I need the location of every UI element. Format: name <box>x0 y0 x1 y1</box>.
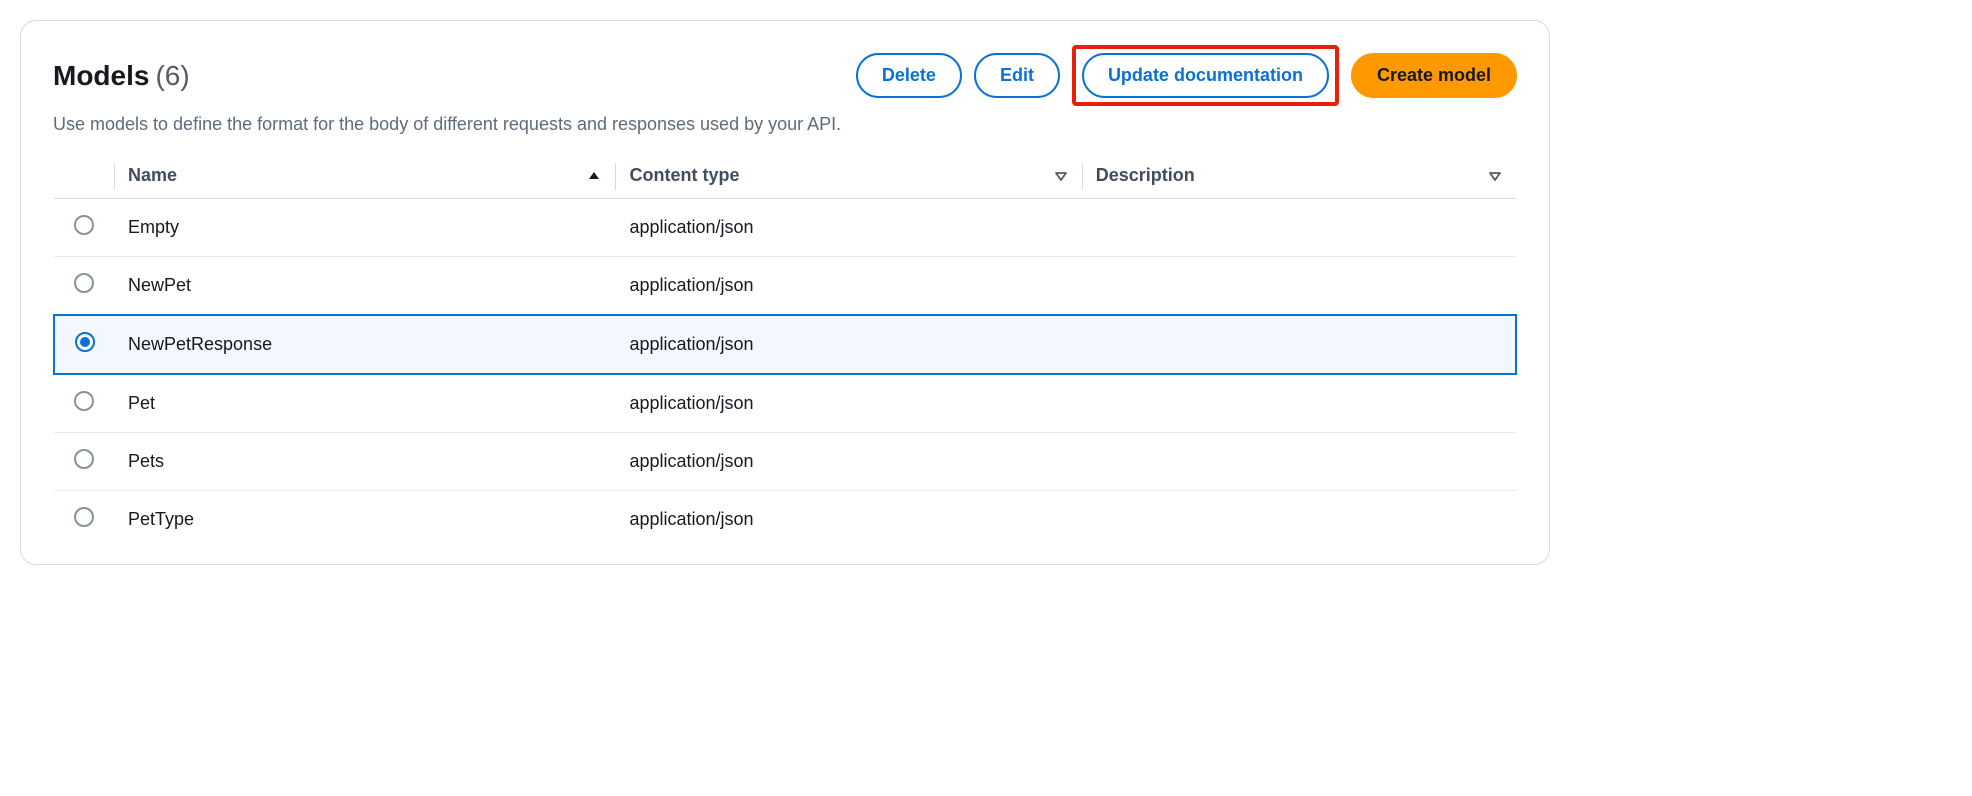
cell-name: Empty <box>114 199 615 257</box>
cell-name: NewPetResponse <box>114 315 615 374</box>
row-radio[interactable] <box>74 273 94 293</box>
column-name-label: Name <box>128 165 177 186</box>
table-row[interactable]: PetType application/json <box>54 491 1516 549</box>
cell-name: NewPet <box>114 257 615 316</box>
row-radio[interactable] <box>74 391 94 411</box>
update-documentation-highlight: Update documentation <box>1072 45 1339 106</box>
row-radio[interactable] <box>74 449 94 469</box>
sort-asc-icon <box>587 169 601 183</box>
panel-description: Use models to define the format for the … <box>53 114 1517 135</box>
cell-content-type: application/json <box>615 257 1081 316</box>
row-radio[interactable] <box>74 215 94 235</box>
row-radio[interactable] <box>74 507 94 527</box>
table-row[interactable]: NewPet application/json <box>54 257 1516 316</box>
row-radio[interactable] <box>75 332 95 352</box>
models-table: Name Content type <box>53 155 1517 548</box>
table-row[interactable]: Pets application/json <box>54 433 1516 491</box>
panel-actions: Delete Edit Update documentation Create … <box>856 45 1517 106</box>
cell-content-type: application/json <box>615 315 1081 374</box>
column-content-type[interactable]: Content type <box>615 155 1081 199</box>
cell-name: PetType <box>114 491 615 549</box>
cell-description <box>1082 491 1516 549</box>
create-model-button[interactable]: Create model <box>1351 53 1517 98</box>
table-row[interactable]: Pet application/json <box>54 374 1516 433</box>
filter-icon <box>1054 169 1068 183</box>
delete-button[interactable]: Delete <box>856 53 962 98</box>
table-row[interactable]: Empty application/json <box>54 199 1516 257</box>
column-description[interactable]: Description <box>1082 155 1516 199</box>
table-header-row: Name Content type <box>54 155 1516 199</box>
column-name[interactable]: Name <box>114 155 615 199</box>
filter-icon <box>1488 169 1502 183</box>
cell-description <box>1082 257 1516 316</box>
table-row[interactable]: NewPetResponse application/json <box>54 315 1516 374</box>
update-documentation-button[interactable]: Update documentation <box>1082 53 1329 98</box>
cell-content-type: application/json <box>615 433 1081 491</box>
column-select <box>54 155 114 199</box>
cell-description <box>1082 433 1516 491</box>
column-content-type-label: Content type <box>629 165 739 186</box>
cell-content-type: application/json <box>615 491 1081 549</box>
models-panel: Models (6) Delete Edit Update documentat… <box>20 20 1550 565</box>
cell-content-type: application/json <box>615 199 1081 257</box>
cell-description <box>1082 199 1516 257</box>
title-text: Models <box>53 60 149 92</box>
page-title: Models (6) <box>53 60 190 92</box>
edit-button[interactable]: Edit <box>974 53 1060 98</box>
cell-name: Pets <box>114 433 615 491</box>
panel-header: Models (6) Delete Edit Update documentat… <box>53 45 1517 106</box>
title-count: (6) <box>155 60 189 92</box>
cell-content-type: application/json <box>615 374 1081 433</box>
column-description-label: Description <box>1096 165 1195 186</box>
cell-description <box>1082 374 1516 433</box>
cell-name: Pet <box>114 374 615 433</box>
cell-description <box>1082 315 1516 374</box>
